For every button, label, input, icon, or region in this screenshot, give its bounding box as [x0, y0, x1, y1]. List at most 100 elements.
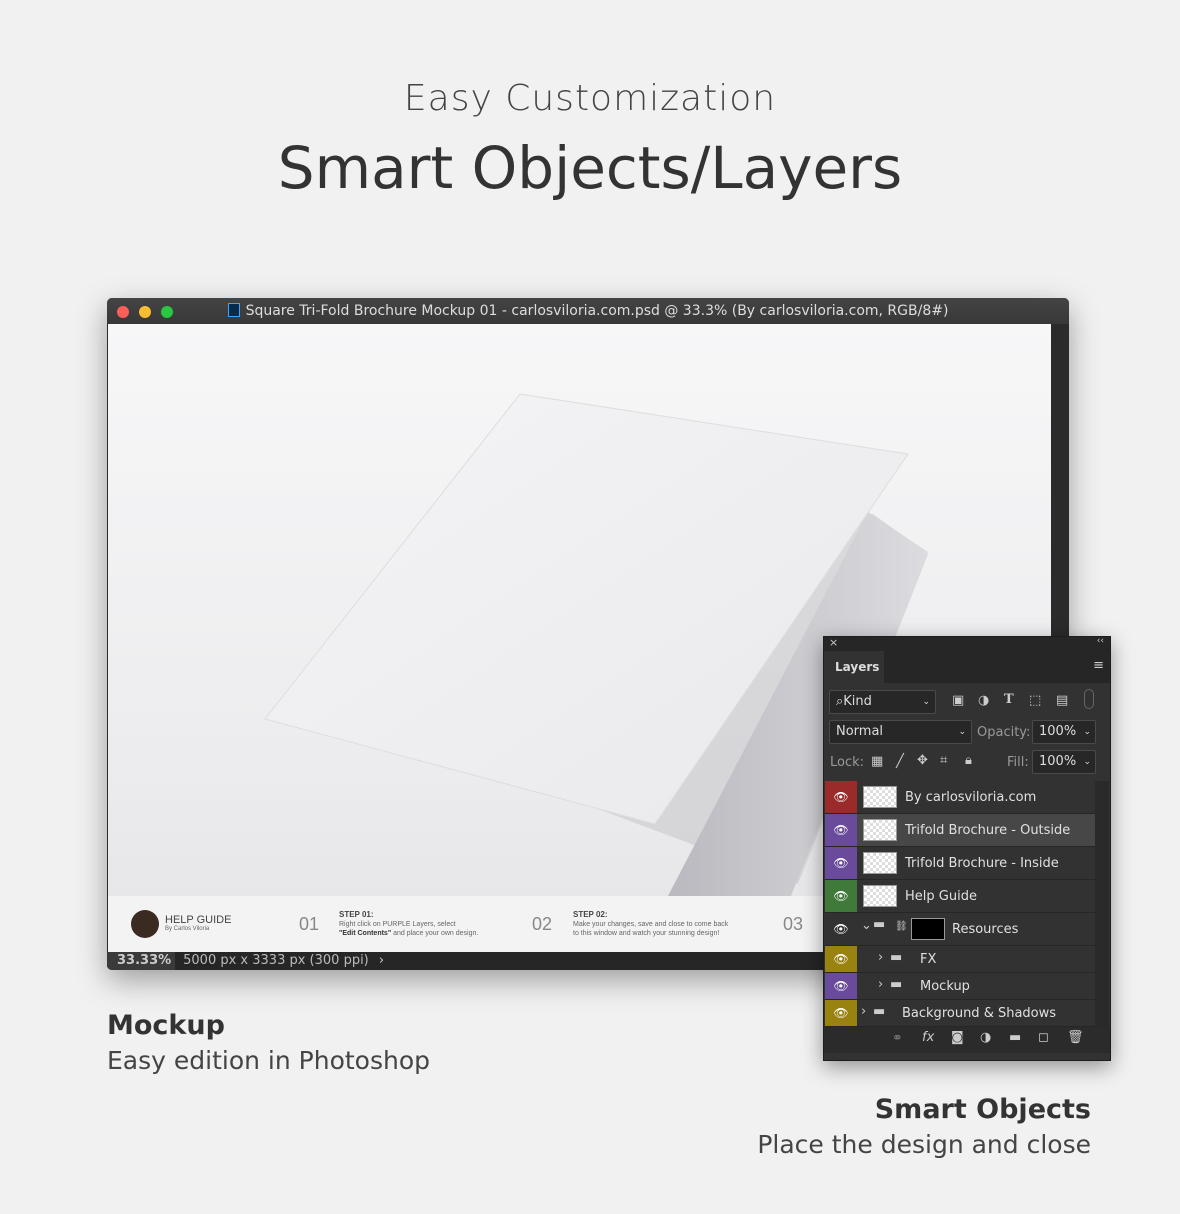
lock-move-icon[interactable]: ✥: [917, 753, 928, 768]
fx-icon[interactable]: fx: [922, 1030, 934, 1045]
step-text: Right click on PURPLE Layers, select: [339, 921, 456, 928]
chevron-down-icon[interactable]: ⌄: [1083, 751, 1091, 773]
step-label: STEP 02:: [573, 910, 608, 919]
panel-tabs: Layers ≡: [824, 651, 1110, 683]
layer-name: Background & Shadows: [902, 1006, 1057, 1021]
adjustment-filter-icon[interactable]: ◑: [978, 693, 989, 708]
panel-header: × ‹‹: [824, 636, 1110, 651]
fill-input[interactable]: 100% ⌄: [1032, 750, 1096, 774]
step-text: Make your changes, save and close to com…: [573, 921, 729, 928]
new-layer-icon[interactable]: ◻: [1038, 1030, 1049, 1045]
maximize-button[interactable]: [161, 306, 173, 318]
layer-row[interactable]: 👁︎ › ▬ Mockup: [825, 973, 1095, 1000]
layer-row[interactable]: 👁︎ Trifold Brochure - Inside: [825, 847, 1095, 880]
mockup-caption-text: Easy edition in Photoshop: [107, 1046, 430, 1075]
step-bold: "Edit Contents": [339, 930, 392, 937]
chevron-down-icon[interactable]: ⌄: [1083, 721, 1091, 743]
folder-icon: ▬: [873, 1004, 886, 1019]
layer-row[interactable]: 👁︎ › ▬ Background & Shadows: [825, 1000, 1095, 1027]
layer-name: Trifold Brochure - Inside: [905, 856, 1059, 871]
shape-filter-icon[interactable]: ⬚: [1029, 693, 1041, 708]
panel-footer: ⚭ fx ◙ ◑ ▬ ◻ 🗑︎: [824, 1027, 1110, 1053]
step-label: STEP 01:: [339, 910, 374, 919]
smart-object-filter-icon[interactable]: ▤: [1056, 693, 1068, 708]
close-icon[interactable]: ×: [829, 636, 838, 649]
ps-file-icon: [227, 303, 240, 317]
zoom-level[interactable]: 33.33%: [107, 952, 175, 970]
lock-artboard-icon[interactable]: ⌗: [940, 753, 947, 768]
layer-row[interactable]: 👁︎ Help Guide: [825, 880, 1095, 913]
image-filter-icon[interactable]: ▣: [952, 693, 964, 708]
smart-objects-caption-text: Place the design and close: [757, 1130, 1091, 1159]
visibility-eye-icon[interactable]: 👁︎: [825, 847, 857, 879]
layer-name: FX: [920, 952, 937, 967]
chevron-right-icon[interactable]: ›: [878, 950, 883, 965]
layer-mask-thumbnail: [911, 918, 945, 940]
chevron-right-icon[interactable]: ›: [861, 1004, 866, 1019]
step-text-2: to this window and watch your stunning d…: [573, 930, 720, 937]
chevron-down-icon: ⌄: [958, 727, 966, 737]
folder-icon[interactable]: ▬: [1009, 1030, 1021, 1045]
visibility-eye-icon[interactable]: 👁︎: [825, 946, 857, 972]
layer-thumbnail: [863, 786, 897, 808]
mask-icon[interactable]: ◙: [951, 1030, 964, 1045]
blend-mode-select[interactable]: Normal ⌄: [829, 720, 972, 744]
filter-kind-value: Kind: [843, 694, 872, 709]
visibility-eye-icon[interactable]: 👁︎: [825, 973, 857, 999]
smart-object-thumbnail: [863, 852, 897, 874]
trash-icon[interactable]: 🗑︎: [1067, 1030, 1084, 1045]
fill-label: Fill:: [1007, 755, 1029, 770]
visibility-eye-icon[interactable]: 👁︎: [825, 880, 857, 912]
panel-menu-icon[interactable]: ≡: [1093, 658, 1104, 673]
close-button[interactable]: [117, 306, 129, 318]
visibility-eye-icon[interactable]: 👁︎: [825, 814, 857, 846]
help-guide-author: By Carlos Viloria: [165, 926, 210, 932]
minimize-button[interactable]: [139, 306, 151, 318]
fill-value: 100%: [1039, 754, 1077, 769]
chevron-right-icon[interactable]: ›: [373, 953, 384, 968]
link-icon[interactable]: ⚭: [892, 1031, 903, 1046]
chevron-down-icon[interactable]: ⌄: [861, 918, 872, 933]
opacity-input[interactable]: 100% ⌄: [1032, 720, 1096, 744]
mockup-caption-title: Mockup: [107, 1010, 225, 1041]
lock-all-icon[interactable]: 🔒︎: [965, 753, 972, 768]
lock-label: Lock:: [830, 755, 865, 770]
layer-row[interactable]: 👁︎ Trifold Brochure - Outside: [825, 814, 1095, 847]
scrollbar[interactable]: [1095, 781, 1109, 1027]
type-filter-icon[interactable]: T: [1004, 692, 1014, 707]
folder-icon: ▬: [890, 950, 903, 965]
chevron-right-icon[interactable]: ›: [878, 977, 883, 992]
lock-brush-icon[interactable]: ╱: [896, 754, 904, 769]
filter-toggle[interactable]: [1084, 689, 1094, 709]
smart-objects-caption-title: Smart Objects: [874, 1094, 1091, 1125]
layer-name: Mockup: [920, 979, 970, 994]
layer-row[interactable]: 👁︎ › ▬ FX: [825, 946, 1095, 973]
chevron-down-icon: ⌄: [922, 697, 930, 707]
subtitle: Easy Customization: [403, 78, 777, 119]
step-number: 01: [299, 914, 320, 934]
layer-row[interactable]: 👁︎ ⌄ ▬ ⛓︎ Resources: [825, 913, 1095, 946]
opacity-label: Opacity:: [977, 725, 1031, 740]
tab-layers[interactable]: Layers: [824, 651, 884, 683]
title-bar: Square Tri-Fold Brochure Mockup 01 - car…: [107, 298, 1069, 324]
layer-thumbnail: [863, 885, 897, 907]
collapse-icon[interactable]: ‹‹: [1097, 636, 1104, 646]
step-text-rest: and place your own design.: [391, 930, 479, 937]
folder-icon: ▬: [873, 917, 886, 932]
opacity-value: 100%: [1039, 724, 1077, 739]
lock-transparent-icon[interactable]: ▦: [871, 754, 883, 769]
filter-kind-select[interactable]: ⌕Kind ⌄: [829, 690, 936, 714]
step-number: 03: [783, 914, 804, 934]
adjustment-icon[interactable]: ◑: [980, 1030, 991, 1045]
smart-object-thumbnail: [863, 819, 897, 841]
visibility-eye-icon[interactable]: 👁︎: [825, 781, 857, 813]
visibility-eye-icon[interactable]: 👁︎: [825, 1000, 857, 1026]
layer-row[interactable]: 👁︎ By carlosviloria.com: [825, 781, 1095, 814]
avatar: [131, 910, 159, 938]
blend-mode-value: Normal: [836, 724, 884, 739]
visibility-eye-icon[interactable]: 👁︎: [825, 913, 857, 945]
window-title: Square Tri-Fold Brochure Mockup 01 - car…: [245, 303, 949, 319]
layer-name: By carlosviloria.com: [905, 790, 1037, 805]
mask-link-icon[interactable]: ⛓︎: [895, 921, 908, 932]
folder-icon: ▬: [890, 977, 903, 992]
